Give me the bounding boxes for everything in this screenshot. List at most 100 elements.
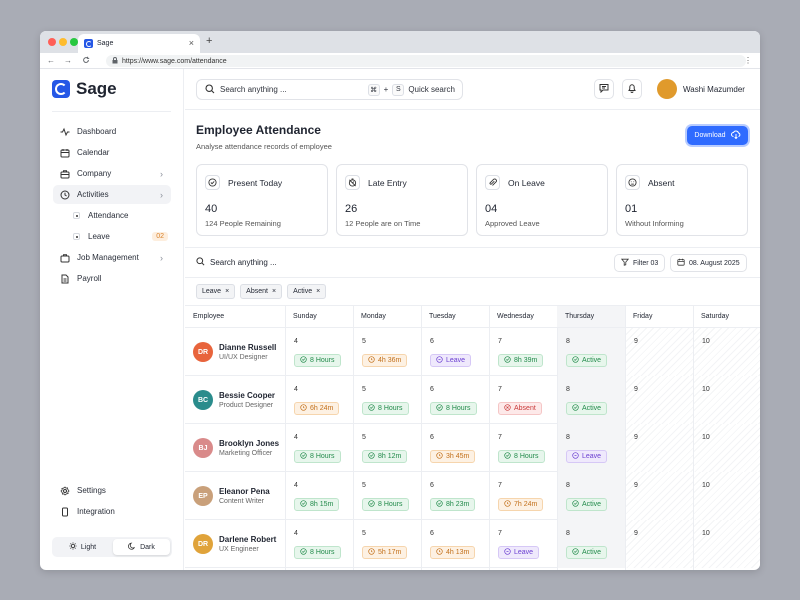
day-cell[interactable]: 8 Active [558,520,625,568]
day-cell[interactable]: 9 [626,472,693,520]
day-cell[interactable]: 7 7h 24m [490,472,557,520]
day-cell[interactable]: 7 8h 39m [490,328,557,376]
download-button[interactable]: Download [687,126,748,145]
day-cell[interactable]: 9 [626,376,693,424]
column-header-saturday[interactable]: Saturday [693,306,760,328]
sidebar-item-job-management[interactable]: Job Management › [53,248,171,267]
sidebar-item-integration[interactable]: Integration [53,502,171,521]
sidebar-item-activities[interactable]: Activities › [53,185,171,204]
day-cell[interactable]: 8 Active [558,376,625,424]
day-cell[interactable]: 10 [694,328,760,376]
sidebar-item-settings[interactable]: Settings [53,481,171,500]
column-header-tuesday[interactable]: Tuesday [421,306,489,328]
active-filter-chips: Leave × Absent × Active × [196,284,327,299]
day-cell[interactable]: 10 [694,376,760,424]
filter-chip-absent[interactable]: Absent × [240,284,283,299]
card-title: Present Today [228,177,283,188]
column-header-sunday[interactable]: Sunday [285,306,353,328]
employee-cell: DR Darlene Robert UX Engineer [193,534,276,554]
sidebar-item-calendar[interactable]: Calendar [53,143,171,162]
stat-card-leave[interactable]: On Leave 04 Approved Leave [476,164,608,236]
table-row[interactable]: DR Dianne Russell UI/UX Designer 4 8 Hours 5 4… [185,328,760,376]
day-cell[interactable]: 5 5h 17m [354,520,421,568]
day-cell[interactable]: 10 [694,424,760,472]
day-cell[interactable]: 7 Leave [490,520,557,568]
close-icon[interactable]: × [225,288,229,295]
day-cell[interactable]: 4 8 Hours [286,520,353,568]
day-cell[interactable]: 5 8 Hours [354,376,421,424]
sidebar-item-company[interactable]: Company › [53,164,171,183]
reload-icon[interactable] [82,56,90,66]
sidebar-subitem-leave[interactable]: Leave 02 [73,228,168,245]
table-row[interactable]: DR Darlene Robert UX Engineer 4 8 Hours 5 5h 1… [185,520,760,568]
forward-icon[interactable]: → [64,56,72,65]
filter-button[interactable]: Filter 03 [614,254,666,272]
filter-chip-active[interactable]: Active × [287,284,327,299]
column-header-wednesday[interactable]: Wednesday [489,306,557,328]
day-cell[interactable]: 8 Active [558,472,625,520]
maximize-window-icon[interactable] [70,38,78,46]
sidebar-item-payroll[interactable]: Payroll [53,269,171,288]
day-cell[interactable]: 6 Leave [422,328,489,376]
sidebar-subitem-attendance[interactable]: Attendance [73,207,168,224]
day-cell[interactable]: 4 8 Hours [286,328,353,376]
browser-tab[interactable]: Sage × [78,34,200,53]
new-tab-button[interactable]: + [206,35,212,47]
tab-close-icon[interactable]: × [189,38,194,48]
day-cell[interactable]: 6 8h 23m [422,472,489,520]
day-cell[interactable]: 6 8 Hours [422,376,489,424]
day-cell[interactable]: 5 4h 36m [354,328,421,376]
sidebar: Sage Dashboard Calendar Company › Activi… [40,69,184,570]
minimize-window-icon[interactable] [59,38,67,46]
table-row[interactable]: BJ Brooklyn Jones Marketing Officer 4 8 Hour… [185,424,760,472]
day-cell[interactable]: 10 [694,520,760,568]
table-search-input[interactable]: Search anything ... [196,257,277,268]
day-cell[interactable]: 9 [626,328,693,376]
day-cell[interactable]: 6 3h 45m [422,424,489,472]
day-cell[interactable]: 5 8h 12m [354,424,421,472]
browser-menu-icon[interactable]: ⋮ [744,56,752,65]
user-menu[interactable]: Washi Mazumder [657,79,745,99]
close-icon[interactable]: × [316,288,320,295]
column-header-friday[interactable]: Friday [625,306,693,328]
table-row[interactable]: BC Bessie Cooper Product Designer 4 6h 24m 5 8… [185,376,760,424]
stat-card-absent[interactable]: Absent 01 Without Informing [616,164,748,236]
column-header-thursday[interactable]: Thursday [557,306,625,328]
back-icon[interactable]: ← [47,56,55,65]
notifications-button[interactable] [622,79,642,99]
x-icon [504,404,511,413]
column-header-monday[interactable]: Monday [353,306,421,328]
day-cell[interactable]: 4 8 Hours [286,424,353,472]
sidebar-item-label: Dashboard [77,127,117,136]
quick-search-hint: ⌘ + S Quick search [367,83,455,96]
day-cell[interactable]: 8 Leave [558,424,625,472]
download-label: Download [694,132,726,139]
day-cell[interactable]: 7 8 Hours [490,424,557,472]
day-number: 4 [294,530,298,537]
light-mode-button[interactable]: Light [54,539,111,555]
close-window-icon[interactable] [48,38,56,46]
column-header-employee[interactable]: Employee [185,306,285,328]
date-picker-button[interactable]: 08. August 2025 [670,254,747,272]
dark-mode-button[interactable]: Dark [113,539,170,555]
day-cell[interactable]: 9 [626,424,693,472]
filter-chip-leave[interactable]: Leave × [196,284,236,299]
stat-card-present[interactable]: Present Today 40 124 People Remaining [196,164,328,236]
sidebar-item-dashboard[interactable]: Dashboard [53,122,171,141]
day-cell[interactable]: 6 4h 13m [422,520,489,568]
day-cell[interactable]: 5 8 Hours [354,472,421,520]
day-cell[interactable]: 4 8h 15m [286,472,353,520]
messages-button[interactable] [594,79,614,99]
day-cell[interactable]: 10 [694,472,760,520]
close-icon[interactable]: × [272,288,276,295]
global-search-input[interactable]: Search anything ... ⌘ + S Quick search [196,79,463,100]
logo[interactable]: Sage [52,79,117,99]
table-row[interactable]: EP Eleanor Pena Content Writer 4 8h 15m 5 8 Ho… [185,472,760,520]
url-input[interactable]: https://www.sage.com/attendance [106,55,746,67]
day-cell[interactable]: 8 Active [558,328,625,376]
stat-card-late[interactable]: Late Entry 26 12 People are on Time [336,164,468,236]
day-cell[interactable]: 9 [626,520,693,568]
day-cell[interactable]: 4 6h 24m [286,376,353,424]
status-badge: 8h 23m [430,498,476,511]
day-cell[interactable]: 7 Absent [490,376,557,424]
